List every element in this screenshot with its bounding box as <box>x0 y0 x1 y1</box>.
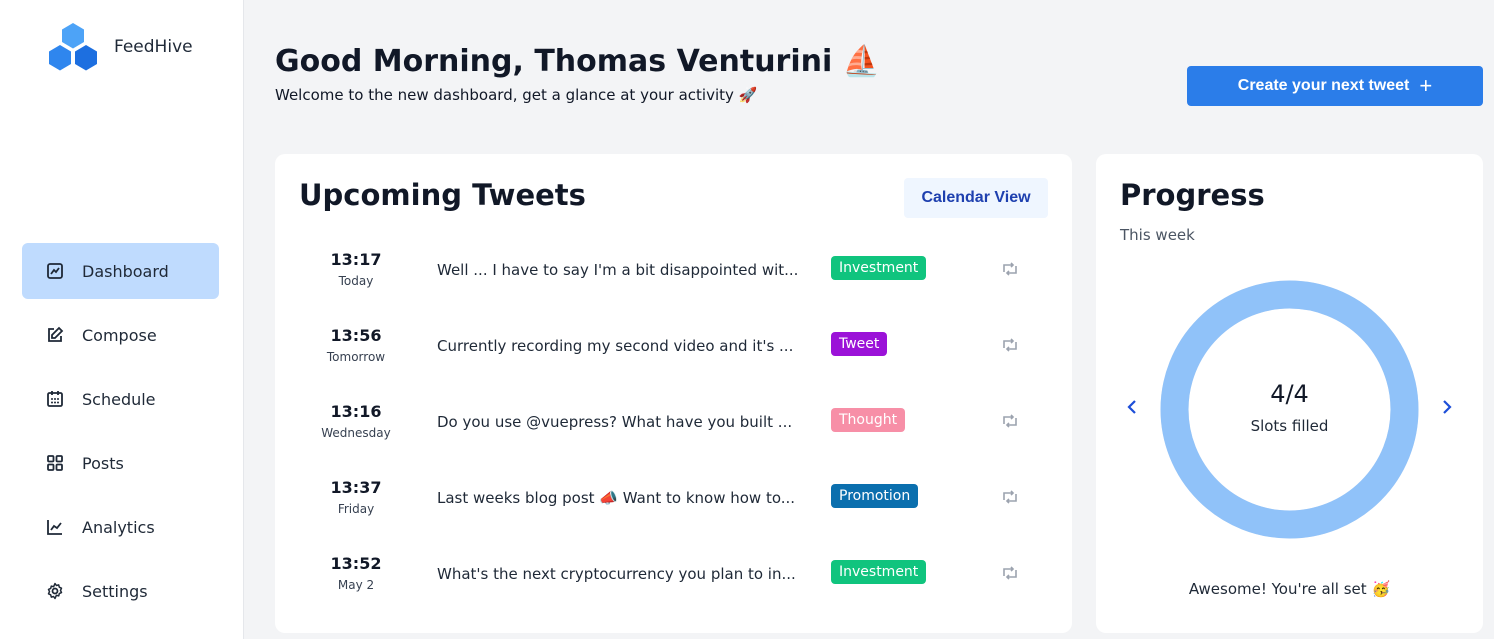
tweet-row[interactable]: 13:37 Friday Last weeks blog post 📣 Want… <box>275 460 1072 536</box>
tweet-tag-badge: Thought <box>831 408 906 432</box>
tweet-tag-badge: Tweet <box>831 332 888 356</box>
tweet-list: 13:17 Today Well ... I have to say I'm a… <box>275 232 1072 612</box>
tweet-row[interactable]: 13:16 Wednesday Do you use @vuepress? Wh… <box>275 384 1072 460</box>
progress-title: Progress <box>1120 178 1265 212</box>
tweet-day: Today <box>338 274 374 288</box>
tweet-day: Friday <box>337 502 375 516</box>
page-subtitle: Welcome to the new dashboard, get a glan… <box>275 86 758 104</box>
sidebar-nav: Dashboard Compose Schedule Posts Analyti… <box>22 243 219 627</box>
create-tweet-button[interactable]: Create your next tweet + <box>1187 66 1483 106</box>
retweet-icon[interactable] <box>1001 566 1019 580</box>
tweet-time: 13:56 <box>330 326 382 345</box>
sidebar-item-dashboard[interactable]: Dashboard <box>22 243 219 299</box>
sidebar-item-label: Settings <box>82 581 148 601</box>
sidebar-item-compose[interactable]: Compose <box>22 307 219 363</box>
tweet-time: 13:17 <box>330 250 382 269</box>
feedhive-logo-icon[interactable] <box>46 22 100 72</box>
tweet-time: 13:52 <box>330 554 382 573</box>
tweet-day: May 2 <box>337 578 375 592</box>
chevron-right-icon[interactable] <box>1440 399 1454 415</box>
progress-value: 4/4 <box>1270 380 1309 408</box>
sidebar-item-analytics[interactable]: Analytics <box>22 499 219 555</box>
tweet-tag-badge: Investment <box>831 256 927 280</box>
upcoming-tweets-card: Upcoming Tweets Calendar View 13:17 Toda… <box>275 154 1072 633</box>
tweet-text: Last weeks blog post 📣 Want to know how … <box>437 489 796 507</box>
plus-icon: + <box>1419 73 1433 98</box>
progress-label: Slots filled <box>1250 417 1329 435</box>
tweet-tag-badge: Promotion <box>831 484 919 508</box>
tweet-row[interactable]: 13:17 Today Well ... I have to say I'm a… <box>275 232 1072 308</box>
sidebar-item-label: Dashboard <box>82 261 169 281</box>
tweet-text: Do you use @vuepress? What have you buil… <box>437 413 793 431</box>
tweet-text: What's the next cryptocurrency you plan … <box>437 565 796 583</box>
brand-name: FeedHive <box>114 37 193 57</box>
progress-card: Progress This week 4/4 Slots filled Awes… <box>1096 154 1483 633</box>
chevron-left-icon[interactable] <box>1125 399 1139 415</box>
progress-period: This week <box>1120 226 1195 244</box>
sidebar-item-settings[interactable]: Settings <box>22 563 219 619</box>
sidebar-item-label: Posts <box>82 453 124 473</box>
chart-square-icon <box>47 263 63 279</box>
line-chart-icon <box>47 520 62 535</box>
sidebar: FeedHive Dashboard Compose Schedule Post… <box>0 0 244 639</box>
tweet-time: 13:16 <box>330 402 382 421</box>
sidebar-item-label: Schedule <box>82 389 156 409</box>
grid-icon <box>47 455 63 471</box>
create-tweet-label: Create your next tweet <box>1237 77 1410 94</box>
retweet-icon[interactable] <box>1001 262 1019 276</box>
retweet-icon[interactable] <box>1001 414 1019 428</box>
tweet-row[interactable]: 13:56 Tomorrow Currently recording my se… <box>275 308 1072 384</box>
retweet-icon[interactable] <box>1001 338 1019 352</box>
edit-icon <box>48 326 64 342</box>
tweet-tag-badge: Investment <box>831 560 927 584</box>
tweet-day: Wednesday <box>321 426 391 440</box>
sidebar-item-label: Analytics <box>82 517 155 537</box>
calendar-icon <box>47 391 63 407</box>
page-title: Good Morning, Thomas Venturini ⛵ <box>275 44 881 79</box>
gear-icon <box>47 582 63 600</box>
progress-ring <box>1160 280 1419 539</box>
sidebar-item-schedule[interactable]: Schedule <box>22 371 219 427</box>
tweet-day: Tomorrow <box>326 350 386 364</box>
tweet-time: 13:37 <box>330 478 382 497</box>
retweet-icon[interactable] <box>1001 490 1019 504</box>
tweet-text: Well ... I have to say I'm a bit disappo… <box>437 261 799 279</box>
calendar-view-button[interactable]: Calendar View <box>904 178 1048 218</box>
tweet-row[interactable]: 13:52 May 2 What's the next cryptocurren… <box>275 536 1072 612</box>
sidebar-item-label: Compose <box>82 325 157 345</box>
progress-message: Awesome! You're all set 🥳 <box>1188 580 1391 598</box>
upcoming-tweets-title: Upcoming Tweets <box>299 178 586 212</box>
sidebar-item-posts[interactable]: Posts <box>22 435 219 491</box>
tweet-text: Currently recording my second video and … <box>437 337 794 355</box>
progress-ring-fill <box>1160 280 1419 539</box>
